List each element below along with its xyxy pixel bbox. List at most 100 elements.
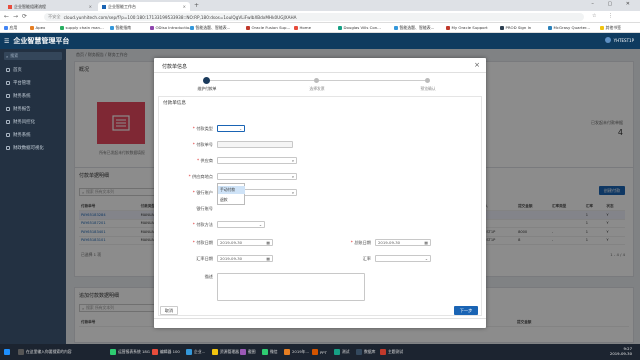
search-icon[interactable]: ⌕ [292,174,294,179]
close-icon[interactable]: × [474,61,480,69]
new-tab-icon[interactable]: + [194,2,199,9]
calendar-icon[interactable]: ▦ [424,240,428,245]
search-icon[interactable]: ⌕ [292,190,294,195]
taskbar-label: 数据库 [364,349,376,354]
bookmark-item[interactable]: McGrasy Quarter... [548,25,590,30]
menu-item-icon [6,93,10,98]
favicon-icon [8,4,12,9]
menu-item-icon [6,106,10,111]
bookmark-item[interactable]: 其他书签 [600,25,621,31]
sidebar-search[interactable]: ⌕ 搜索 [4,52,62,60]
sidebar-item[interactable]: 财务报告 [0,102,66,115]
close-tab-icon[interactable]: × [183,4,186,9]
bookmark-item[interactable]: Oracle Fusion Sup... [246,25,290,30]
sidebar-item[interactable]: 财政数据可视化 [0,141,66,154]
bookmark-item[interactable]: Douglas Vills Con... [338,25,381,30]
supplier-label-text: 供应商 [200,158,213,163]
sidebar-item[interactable]: 平台管理 [0,76,66,89]
browser-tab-active[interactable]: 企业智能工作台 × [98,2,190,11]
supplier-site-input[interactable]: ⌕ [217,173,297,180]
bookmark-item[interactable]: PROD Sign In [500,25,531,30]
browser-menu-icon[interactable]: ☆ ⋮ [592,13,618,19]
sidebar-item[interactable]: 财务系统 [0,89,66,102]
dropdown-option[interactable]: 手动付款 [218,186,245,194]
sidebar-item[interactable]: 首页 [0,63,66,76]
supplier-input[interactable]: ⌕ [217,157,297,164]
sidebar-item-label: 财务报告 [13,106,31,112]
user-name[interactable]: YHTEST1P [614,38,634,43]
cancel-button[interactable]: 取消 [160,306,178,315]
sidebar-item-label: 财政数据可视化 [13,145,44,151]
bookmark-item[interactable]: supply chain man... [60,25,104,30]
pay-no-input[interactable] [217,141,293,148]
app-icon [380,349,386,355]
menu-item-icon [6,145,10,150]
close-tab-icon[interactable]: × [89,4,92,9]
sidebar-item-label: 首页 [13,67,22,73]
desc-label-text: 描述 [204,274,213,279]
bookmark-icon [446,25,450,30]
browser-tab-bar: 企业智能组建流程 × 企业智能工作台 × + – ▢ ✕ [0,0,640,11]
search-icon: ⌕ [6,53,9,59]
rate-date-input[interactable]: 2019-09-30 ▦ [217,255,273,262]
taskbar-item[interactable]: 资源管理器 [212,347,239,357]
bookmark-item[interactable]: My Oracle Support [446,25,488,30]
taskbar-item[interactable]: 2019年... [284,347,309,357]
bookmark-item[interactable]: 智能选题、智能表... [394,25,434,31]
app-icon [262,349,268,355]
taskbar-item[interactable]: PPT [312,347,327,357]
bookmark-item[interactable]: ODiso Introductio... [150,25,193,30]
bookmark-label: Home [299,25,312,30]
pay-type-select[interactable]: ⌄ [217,125,245,132]
bookmark-item[interactable]: 智能选题、智能表... [190,25,230,31]
taskbar-item[interactable] [4,347,10,357]
taskbar-item[interactable]: 企业... [186,347,205,357]
browser-tab[interactable]: 企业智能组建流程 × [4,2,96,11]
bookmark-label: 智能选题、智能表... [195,25,231,30]
next-button[interactable]: 下一步 [454,306,478,315]
rate-label: 汇率 [337,256,371,262]
taskbar-item[interactable]: 主题测试 [380,347,403,357]
bookmark-label: Apex [35,25,46,30]
taskbar-item[interactable]: 数据库 [356,347,375,357]
taskbar-item[interactable]: 微信 [262,347,278,357]
pay-date-input[interactable]: 2019-09-30 ▦ [217,239,273,246]
menu-toggle-icon[interactable]: ☰ [4,38,9,45]
sidebar-item[interactable]: 财务系统 [0,128,66,141]
rate-input[interactable]: ⌄ [375,255,431,262]
taskbar-item[interactable]: 测试 [334,347,350,357]
taskbar-item[interactable]: 编辑器 100 [152,347,180,357]
app-icon [4,349,10,355]
clock[interactable]: 9:27 2019-09-30 [610,346,632,356]
nav-arrows-icon[interactable]: ←→⟳ [4,13,31,20]
taskbar-label: 资源管理器 [220,349,239,354]
tab-label: 企业智能组建流程 [14,3,46,9]
avatar[interactable] [604,37,611,43]
bookmark-icon [548,25,552,30]
description-textarea[interactable] [217,273,365,301]
calendar-icon[interactable]: ▦ [266,256,270,261]
step-active-dot [203,77,210,84]
bookmark-item[interactable]: Apex [30,25,45,30]
pay-method-select[interactable]: ⌄ [217,221,265,228]
gl-date-input[interactable]: 2019-09-30 ▦ [375,239,431,246]
calendar-icon[interactable]: ▦ [266,240,270,245]
taskbar-item[interactable]: 在这里输入你要搜索的内容 [18,347,72,357]
rate-date-value: 2019-09-30 [220,256,243,261]
search-icon[interactable]: ⌕ [292,158,294,163]
taskbar-label: 在这里输入你要搜索的内容 [26,349,72,354]
bookmark-item[interactable]: Home [294,25,311,30]
app-icon [312,349,318,355]
gl-date-value: 2019-09-30 [378,240,401,245]
chevron-down-icon: ⌄ [258,222,262,227]
sidebar-item[interactable]: 财务风控化 [0,115,66,128]
taskbar-item[interactable]: 运营报表系统 18G [110,347,150,357]
bookmark-icon [294,25,298,30]
dropdown-option[interactable]: 退款 [218,196,245,204]
bookmark-item[interactable]: 应用 [4,25,17,31]
bookmark-item[interactable]: 智能指南 [110,25,131,31]
taskbar-item[interactable]: 截图 [240,347,256,357]
address-bar[interactable]: 不安全 cloud.yunhitech.com/sep/f?p=100:180:… [44,13,584,21]
taskbar-label: 测试 [342,349,350,354]
window-controls-icon[interactable]: – ▢ ✕ [591,1,636,7]
